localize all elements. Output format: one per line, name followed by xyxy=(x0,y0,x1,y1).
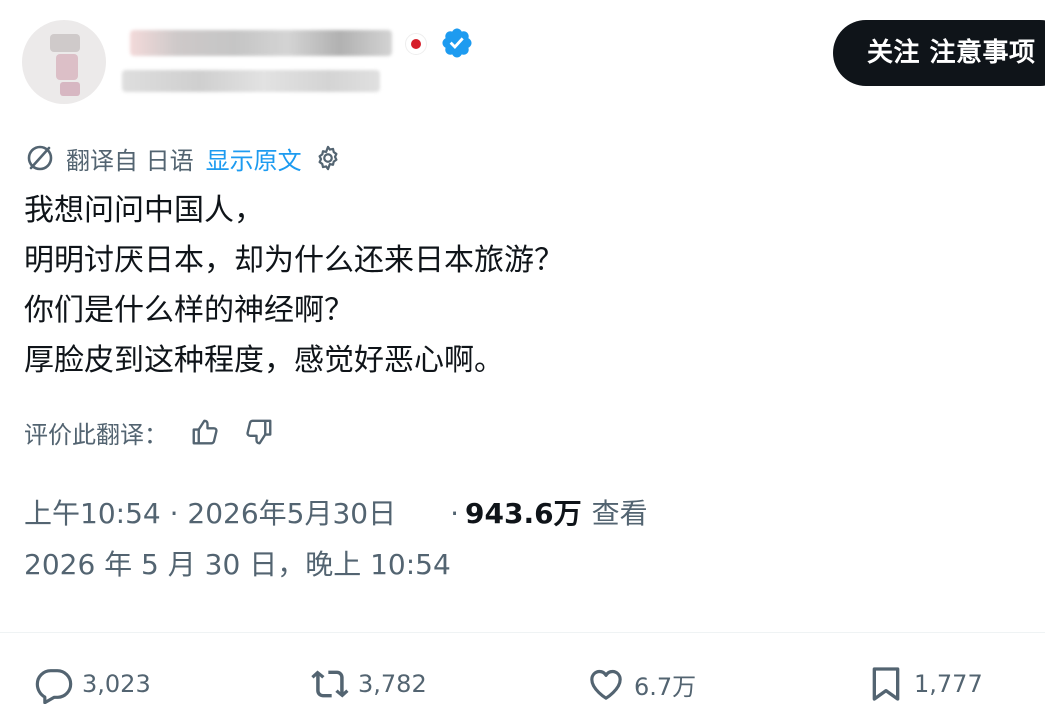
username-handle-redacted[interactable] xyxy=(122,70,380,92)
tweet-line: 你们是什么样的神经啊？ xyxy=(24,293,354,328)
like-count: 6.7万 xyxy=(634,672,697,701)
views-count: 943.6万 xyxy=(465,497,582,530)
thumbs-down-icon[interactable] xyxy=(244,417,274,447)
reply-button[interactable]: 3,023 xyxy=(34,662,151,706)
translation-bar: 翻译自 日语 显示原文 xyxy=(24,138,342,178)
rate-translation: 评价此翻译： xyxy=(24,410,274,454)
separator-dot: · xyxy=(450,497,460,530)
divider xyxy=(0,632,1045,633)
display-name-redacted[interactable] xyxy=(130,30,392,56)
repost-count: 3,782 xyxy=(358,670,427,698)
reply-icon xyxy=(35,669,73,704)
japan-flag-icon xyxy=(405,33,427,55)
thumbs-up-icon[interactable] xyxy=(190,417,220,447)
gear-icon[interactable] xyxy=(314,144,342,172)
translated-from-label: 翻译自 日语 xyxy=(66,146,194,175)
heart-icon xyxy=(590,669,622,700)
follow-button[interactable]: 关注 注意事项 xyxy=(833,20,1045,86)
reply-count: 3,023 xyxy=(82,670,151,698)
views-label: 查看 xyxy=(591,497,648,530)
bookmark-icon xyxy=(872,667,900,701)
translate-icon xyxy=(27,145,53,171)
local-time: 2026 年 5 月 30 日，晚上 10:54 xyxy=(24,548,451,581)
like-button[interactable]: 6.7万 xyxy=(586,662,696,706)
verified-badge-icon xyxy=(442,28,472,58)
tweet-line: 我想问问中国人， xyxy=(24,193,264,228)
avatar[interactable] xyxy=(22,20,106,104)
rate-translation-label: 评价此翻译： xyxy=(24,420,168,449)
tweet-timestamp[interactable]: 上午10:54 · 2026年5月30日 xyxy=(24,492,396,532)
tweet-line: 明明讨厌日本，却为什么还来日本旅游？ xyxy=(24,243,564,278)
show-original-link[interactable]: 显示原文 xyxy=(206,141,302,176)
tweet-text: 我想问问中国人， 明明讨厌日本，却为什么还来日本旅游？ 你们是什么样的神经啊？ … xyxy=(24,186,564,386)
repost-button[interactable]: 3,782 xyxy=(310,662,427,706)
bookmark-button[interactable]: 1,777 xyxy=(866,662,983,706)
tweet-line: 厚脸皮到这种程度，感觉好恶心啊。 xyxy=(24,343,504,378)
repost-icon xyxy=(311,670,349,698)
bookmark-count: 1,777 xyxy=(914,670,983,698)
tweet-timestamp-row: 上午10:54 · 2026年5月30日 · 943.6万 查看 xyxy=(24,492,648,532)
